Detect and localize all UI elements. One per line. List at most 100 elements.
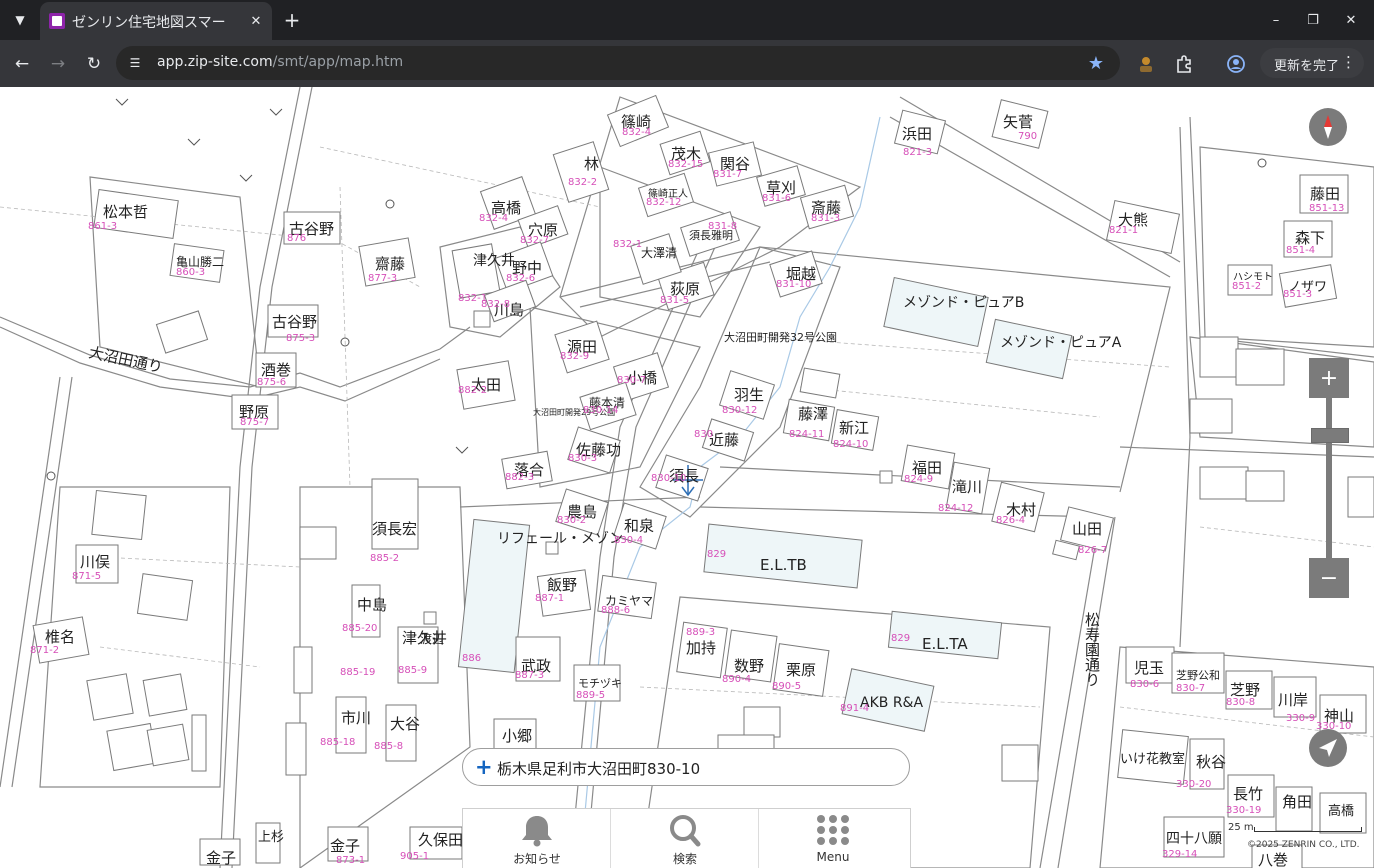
extension-person-icon[interactable] <box>1132 50 1160 78</box>
building-box <box>1001 744 1039 782</box>
building-box <box>879 470 893 484</box>
building-box <box>573 664 621 702</box>
site-info-icon[interactable]: ☰ <box>126 54 144 72</box>
menu-search-button[interactable]: 検索 <box>611 809 759 868</box>
building-box <box>299 526 337 560</box>
zoom-out-button[interactable]: − <box>1309 558 1349 598</box>
building-box <box>75 544 119 584</box>
building-box <box>718 370 776 420</box>
close-window-icon[interactable]: ✕ <box>1338 8 1364 32</box>
add-plus-icon[interactable]: + <box>475 755 493 779</box>
address-search-bar[interactable]: + 栃木県足利市大沼田町830-10 <box>462 748 910 786</box>
minimize-icon[interactable]: – <box>1263 8 1289 32</box>
building-box <box>659 130 711 176</box>
more-menu-icon[interactable]: ⋮ <box>1341 53 1356 71</box>
current-address: 栃木県足利市大沼田町830-10 <box>497 760 701 778</box>
menu-notices-label: お知らせ <box>513 852 561 866</box>
restore-icon[interactable]: ❐ <box>1300 8 1326 32</box>
road-line <box>1119 446 1374 458</box>
building-box <box>136 573 194 621</box>
building-box <box>945 461 991 515</box>
copyright-text: ©2025 ZENRIN CO., LTD. <box>1247 840 1360 850</box>
tab-close-icon[interactable]: ✕ <box>246 11 266 31</box>
building-box <box>91 489 147 541</box>
building-box <box>371 478 419 550</box>
building-box <box>703 523 863 589</box>
tab-active[interactable]: ゼンリン住宅地図スマー ✕ <box>40 2 272 40</box>
building-box <box>1319 694 1367 734</box>
update-button[interactable]: 更新を完了 ⋮ <box>1260 48 1364 78</box>
bookmark-star-icon[interactable]: ★ <box>1085 52 1107 74</box>
current-location-button[interactable] <box>1309 729 1347 767</box>
field-symbol <box>239 174 253 182</box>
building-box <box>255 352 297 388</box>
update-button-label: 更新を完了 <box>1274 59 1340 74</box>
building-box <box>841 668 935 732</box>
building-box <box>335 696 367 754</box>
compass-icon <box>1324 115 1332 139</box>
building-box <box>724 629 778 683</box>
building-box <box>1199 466 1249 500</box>
reload-icon[interactable]: ↻ <box>80 50 108 78</box>
building-box <box>991 481 1045 533</box>
building-box <box>597 574 657 620</box>
building-box <box>169 243 225 283</box>
zoom-in-button[interactable]: + <box>1309 358 1349 398</box>
compass-button[interactable] <box>1309 108 1347 146</box>
building-box <box>501 450 553 490</box>
url-host: app.zip-site.com <box>157 54 273 70</box>
building-box <box>285 722 307 776</box>
address-omnibox[interactable]: ☰ app.zip-site.com/smt/app/map.htm ★ <box>116 46 1120 80</box>
site-favicon-icon <box>49 13 65 29</box>
building-box <box>283 211 341 245</box>
road-line <box>11 376 73 788</box>
map-canvas[interactable]: 篠崎 茂木 関谷 草刈 斎藤 林 高橋 穴原 古谷野 齋藤 松本哲 亀山勝二 野… <box>0 87 1374 868</box>
profile-avatar-icon[interactable] <box>1222 50 1250 78</box>
building-box <box>1171 652 1225 694</box>
building-box <box>707 141 763 187</box>
road-line <box>1039 516 1101 868</box>
building-box <box>1275 786 1313 832</box>
building-box <box>536 569 592 617</box>
building-box <box>358 237 416 287</box>
building-box <box>1273 676 1317 718</box>
building-box <box>473 310 491 328</box>
bottom-menu: お知らせ 検索 Menu <box>462 808 911 868</box>
building-box <box>1105 199 1181 255</box>
menu-notices-button[interactable]: お知らせ <box>463 809 611 868</box>
browser-toolbar: ← → ↻ ☰ app.zip-site.com/smt/app/map.htm… <box>0 40 1374 87</box>
menu-main-button[interactable]: Menu <box>759 809 907 868</box>
building-box <box>769 250 823 298</box>
building-box <box>456 360 516 410</box>
field-symbol <box>269 108 283 116</box>
building-box <box>1225 670 1273 710</box>
building-box <box>1235 348 1285 386</box>
building-box <box>1347 476 1374 518</box>
building-box <box>142 673 188 717</box>
building-box <box>146 723 190 767</box>
road-line <box>0 326 441 402</box>
navigation-arrow-icon <box>1319 739 1337 757</box>
building-box <box>1299 174 1349 214</box>
building-box <box>293 646 313 694</box>
building-box <box>756 165 806 207</box>
building-box <box>893 109 947 155</box>
building-box <box>799 367 841 399</box>
building-box <box>772 643 830 697</box>
building-box <box>743 706 781 738</box>
tab-search-chevron-icon[interactable]: ▼ <box>6 7 34 33</box>
zoom-slider-handle[interactable] <box>1311 428 1349 443</box>
road-line <box>1189 116 1374 358</box>
scale-label: 25 m <box>1228 822 1254 833</box>
forward-arrow-icon[interactable]: → <box>44 50 72 78</box>
extensions-puzzle-icon[interactable] <box>1170 50 1198 78</box>
tree-symbol <box>46 471 56 481</box>
new-tab-plus-icon[interactable]: + <box>281 8 303 32</box>
zoom-slider-track[interactable] <box>1326 398 1332 558</box>
building-box <box>1189 738 1225 790</box>
back-arrow-icon[interactable]: ← <box>8 50 36 78</box>
field-symbol <box>455 446 469 454</box>
url-text[interactable]: app.zip-site.com/smt/app/map.htm <box>157 54 403 70</box>
building-box <box>397 626 439 684</box>
building-box <box>887 610 1003 660</box>
